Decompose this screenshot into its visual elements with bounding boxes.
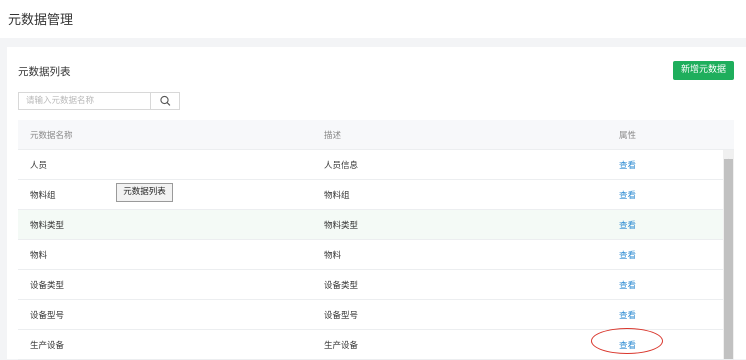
view-link[interactable]: 查看 <box>619 189 636 201</box>
table-header: 元数据名称 描述 属性 <box>18 120 734 150</box>
metadata-table: 元数据名称 描述 属性 人员 人员信息 查看 物料组 物料组 查看 物料类型 物… <box>18 120 734 360</box>
annotation-ellipse <box>591 328 663 354</box>
search-box <box>18 92 180 110</box>
header-attribute: 属性 <box>619 131 637 141</box>
table-row: 物料类型 物料类型 查看 <box>18 210 734 240</box>
row-description: 生产设备 <box>324 341 359 351</box>
header-name: 元数据名称 <box>30 131 73 141</box>
row-description: 设备型号 <box>324 311 359 321</box>
row-name: 设备型号 <box>30 311 65 321</box>
row-name: 物料组 <box>30 191 56 201</box>
scrollbar-thumb[interactable] <box>724 159 733 359</box>
view-link[interactable]: 查看 <box>619 219 636 231</box>
view-link[interactable]: 查看 <box>619 159 636 171</box>
table-row: 人员 人员信息 查看 <box>18 150 734 180</box>
view-link[interactable]: 查看 <box>619 279 636 291</box>
header-description: 描述 <box>324 131 342 141</box>
row-description: 物料组 <box>324 191 350 201</box>
row-description: 物料类型 <box>324 221 359 231</box>
row-description: 人员信息 <box>324 161 359 171</box>
table-scrollbar[interactable] <box>723 150 734 359</box>
row-description: 设备类型 <box>324 281 359 291</box>
tooltip: 元数据列表 <box>116 183 173 202</box>
scroll-up-button[interactable] <box>723 150 734 163</box>
row-name: 人员 <box>30 161 48 171</box>
search-button[interactable] <box>150 93 179 109</box>
add-metadata-button[interactable]: 新增元数据 <box>673 61 734 80</box>
search-icon <box>160 95 171 106</box>
view-link[interactable]: 查看 <box>619 249 636 261</box>
row-description: 物料 <box>324 251 342 261</box>
row-name: 生产设备 <box>30 341 65 351</box>
search-input[interactable] <box>19 93 150 109</box>
view-link[interactable]: 查看 <box>619 309 636 321</box>
row-name: 物料 <box>30 251 48 261</box>
page-header: 元数据管理 <box>0 0 746 38</box>
table-row: 设备类型 设备类型 查看 <box>18 270 734 300</box>
row-name: 物料类型 <box>30 221 65 231</box>
page-title: 元数据管理 <box>8 13 74 28</box>
table-row: 设备型号 设备型号 查看 <box>18 300 734 330</box>
row-name: 设备类型 <box>30 281 65 291</box>
panel-title: 元数据列表 <box>18 66 71 78</box>
metadata-panel: 元数据列表 新增元数据 元数据名称 描述 属性 人员 人员信息 查看 物料组 物… <box>7 47 746 360</box>
table-row: 物料 物料 查看 <box>18 240 734 270</box>
